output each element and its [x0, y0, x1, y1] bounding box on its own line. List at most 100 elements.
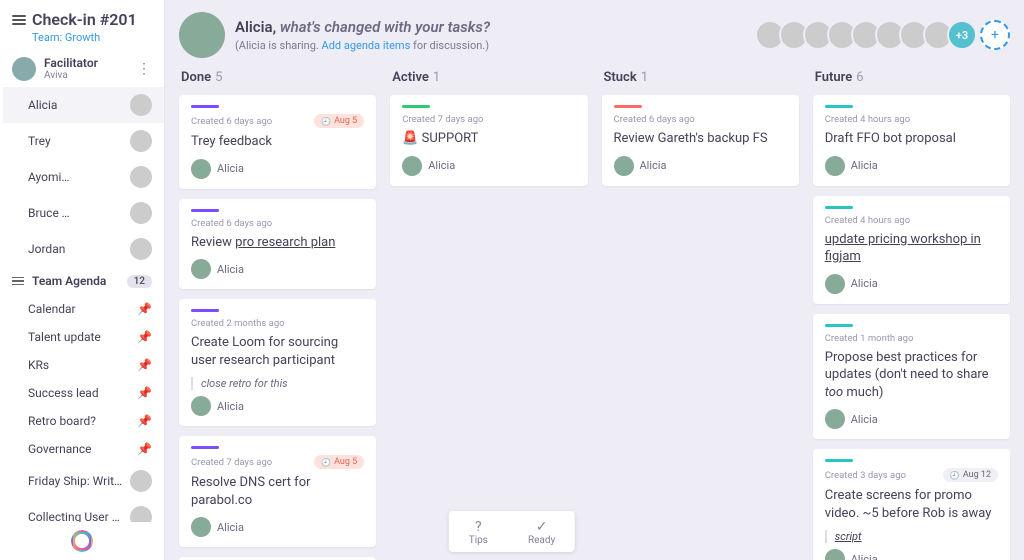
pin-icon: 📌 — [137, 358, 152, 372]
card-link[interactable]: script — [835, 530, 862, 543]
task-card[interactable]: Created 3 days agoAug 12 Create screens … — [813, 449, 1010, 560]
pin-icon: 📌 — [137, 302, 152, 316]
bottom-toolbar: ?Tips ✓Ready — [449, 511, 575, 552]
sidebar-agenda-item[interactable]: Friday Ship: Writer, Pu... — [0, 463, 164, 499]
avatar — [825, 274, 845, 294]
checkin-title: Check-in #201 — [32, 10, 137, 29]
sidebar-agenda-item[interactable]: Retro board?📌 — [0, 407, 164, 435]
card-title: Draft FFO bot proposal — [825, 130, 998, 148]
pin-icon: 📌 — [137, 386, 152, 400]
task-card[interactable]: Created 6 days ago Review Gareth's backu… — [602, 95, 799, 186]
sidebar-list: Alicia Trey Ayomide Yemi Bruce Tian Jord… — [0, 87, 164, 522]
avatar — [130, 470, 152, 492]
column-count: 5 — [215, 70, 222, 85]
column-title: Stuck — [604, 70, 637, 85]
card-title: Review pro research plan — [191, 234, 364, 252]
created-label: Created 4 hours ago — [825, 114, 910, 125]
column-count: 1 — [433, 70, 440, 85]
ready-button[interactable]: ✓Ready — [508, 511, 575, 552]
sidebar-person[interactable]: Bruce Tian — [0, 195, 164, 231]
sidebar-agenda-item[interactable]: Collecting User Resea... — [0, 499, 164, 522]
add-agenda-link[interactable]: Add agenda items — [322, 39, 411, 52]
add-person-button[interactable]: + — [980, 20, 1010, 50]
card-title: Resolve DNS cert for parabol.co — [191, 474, 364, 509]
status-stripe — [825, 206, 853, 209]
owner-name: Alicia — [217, 400, 244, 413]
card-title: 🚨 SUPPORT — [402, 130, 575, 148]
status-stripe — [191, 209, 219, 212]
owner-name: Alicia — [851, 277, 878, 290]
status-stripe — [402, 105, 430, 108]
created-label: Created 1 month ago — [825, 333, 914, 344]
help-icon: ? — [469, 519, 488, 535]
kebab-icon[interactable]: ⋮ — [137, 61, 152, 77]
status-stripe — [191, 309, 219, 312]
facilitator-name: Aviva — [44, 70, 129, 81]
owner-name: Alicia — [851, 553, 878, 560]
owner-name: Alicia — [851, 159, 878, 172]
card-title: Trey feedback — [191, 133, 364, 151]
sidebar-person[interactable]: Trey — [0, 123, 164, 159]
avatar — [130, 166, 152, 188]
due-pill: Aug 5 — [314, 114, 364, 128]
status-stripe — [825, 324, 853, 327]
task-card[interactable]: Created 4 hours ago update pricing works… — [813, 196, 1010, 304]
main-area: Alicia, what's changed with your tasks? … — [165, 0, 1024, 560]
card-title: Create screens for promo video. ~5 befor… — [825, 487, 998, 522]
task-card[interactable]: Created 6 days ago Review pro research p… — [179, 199, 376, 290]
overflow-count[interactable]: +3 — [947, 20, 977, 50]
sidebar-person[interactable]: Alicia — [0, 87, 164, 123]
board: Done5 Created 6 days agoAug 5 Trey feedb… — [165, 66, 1024, 560]
sidebar: Check-in #201 Team: Growth Facilitator A… — [0, 0, 165, 560]
card-subtask: script — [825, 530, 998, 543]
avatar — [130, 130, 152, 152]
sidebar-agenda-item[interactable]: Calendar📌 — [0, 295, 164, 323]
sidebar-person[interactable]: Ayomide Yemi — [0, 159, 164, 195]
created-label: Created 3 days ago — [825, 470, 906, 481]
team-name[interactable]: Team: Growth — [32, 31, 152, 44]
due-pill: Aug 5 — [314, 455, 364, 469]
created-label: Created 7 days ago — [191, 457, 272, 468]
sidebar-agenda-item[interactable]: Success lead📌 — [0, 379, 164, 407]
owner-name: Alicia — [851, 413, 878, 426]
column-count: 6 — [856, 70, 863, 85]
task-card[interactable]: Created 2 months ago Create Loom for sou… — [179, 299, 376, 426]
card-subtask: close retro for this — [191, 377, 364, 390]
task-card[interactable]: Created 7 days ago Aug 5 Resolve DNS cert… — [179, 436, 376, 547]
sidebar-person[interactable]: Jordan — [0, 231, 164, 267]
avatar — [130, 238, 152, 260]
card-link[interactable]: update pricing workshop in figjam — [825, 232, 981, 265]
card-title: update pricing workshop in figjam — [825, 231, 998, 266]
created-label: Created 4 hours ago — [825, 215, 910, 226]
owner-name: Alicia — [217, 521, 244, 534]
sidebar-agenda-item[interactable]: KRs📌 — [0, 351, 164, 379]
tips-button[interactable]: ?Tips — [449, 511, 508, 552]
pin-icon: 📌 — [137, 414, 152, 428]
avatar — [402, 156, 422, 176]
owner-name: Alicia — [217, 263, 244, 276]
list-icon — [12, 277, 24, 286]
card-title: Create Loom for sourcing user research p… — [191, 334, 364, 369]
avatar — [179, 12, 225, 58]
sidebar-header: Check-in #201 Team: Growth — [0, 0, 164, 50]
task-card[interactable]: Created 4 hours ago Draft FFO bot propos… — [813, 95, 1010, 186]
hamburger-icon[interactable] — [12, 15, 26, 25]
app-logo[interactable] — [0, 522, 164, 560]
status-stripe — [614, 105, 642, 108]
column-done: Done5 Created 6 days agoAug 5 Trey feedb… — [179, 66, 376, 546]
pin-icon: 📌 — [137, 442, 152, 456]
avatar — [825, 409, 845, 429]
task-card[interactable]: Created 7 days ago 🚨 SUPPORT Alicia — [390, 95, 587, 186]
topbar: Alicia, what's changed with your tasks? … — [165, 0, 1024, 66]
task-card[interactable]: Created 6 days agoAug 5 Trey feedback Al… — [179, 95, 376, 189]
sidebar-section-agenda[interactable]: Team Agenda 12 — [0, 267, 164, 295]
card-link[interactable]: pro research plan — [235, 235, 335, 250]
avatar — [191, 396, 211, 416]
column-title: Active — [392, 70, 429, 85]
prompt-title: Alicia, what's changed with your tasks? — [235, 18, 490, 36]
sidebar-agenda-item[interactable]: Governance📌 — [0, 435, 164, 463]
task-card[interactable]: Created 1 month ago Propose best practic… — [813, 314, 1010, 440]
created-label: Created 6 days ago — [614, 114, 695, 125]
column-future: Future6 Created 4 hours ago Draft FFO bo… — [813, 66, 1010, 546]
sidebar-agenda-item[interactable]: Talent update📌 — [0, 323, 164, 351]
